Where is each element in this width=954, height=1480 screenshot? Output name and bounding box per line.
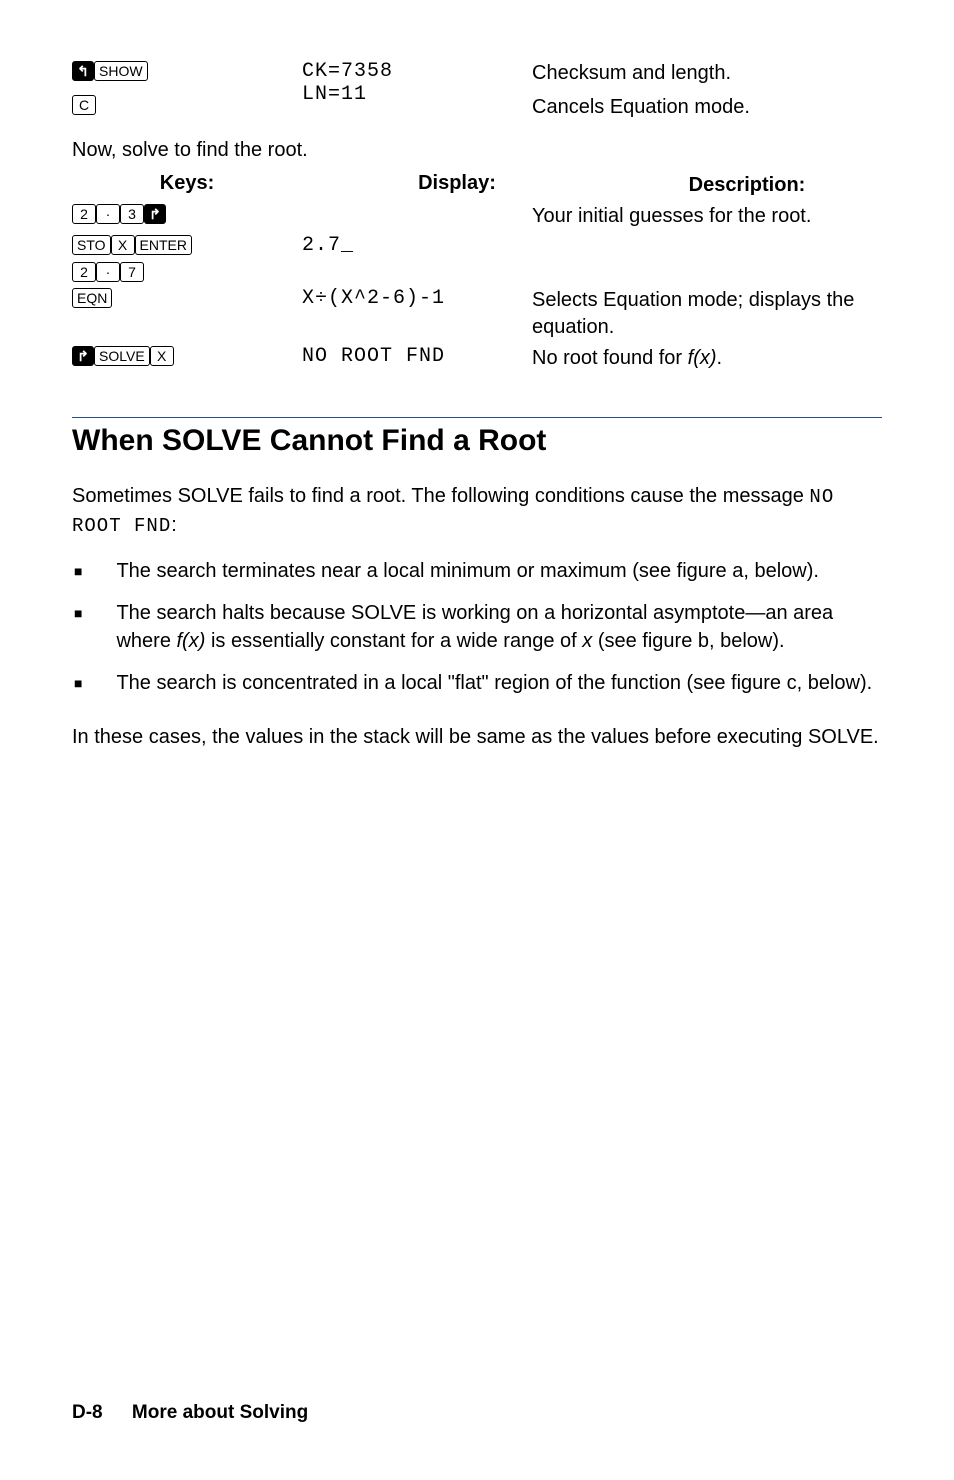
- sto-key[interactable]: STO: [72, 235, 111, 255]
- section-rule: [72, 417, 882, 418]
- bullet-1: The search terminates near a local minim…: [72, 557, 882, 585]
- header-description: Description:: [612, 172, 882, 199]
- intro-post: :: [171, 514, 177, 536]
- page-footer: D-8 More about Solving: [72, 1402, 308, 1424]
- display-ck: CK=7358: [302, 60, 532, 83]
- digit-3-key[interactable]: 3: [120, 204, 144, 224]
- keys-c: C: [72, 94, 302, 116]
- shift-left-key[interactable]: ↰: [72, 61, 94, 81]
- shift-right-key-b[interactable]: ↱: [72, 346, 94, 366]
- footer-chapter: More about Solving: [132, 1402, 308, 1423]
- keys-eqn: EQN: [72, 287, 302, 309]
- desc-solve: No root found for f(x).: [532, 345, 882, 372]
- section-title: When SOLVE Cannot Find a Root: [72, 424, 882, 458]
- keys-sto: STOXENTER: [72, 234, 302, 256]
- bullet-2-text: The search halts because SOLVE is workin…: [116, 599, 882, 655]
- table-header: Keys: Display: Description:: [72, 172, 882, 199]
- x-key[interactable]: X: [111, 235, 135, 255]
- bullet-2: The search halts because SOLVE is workin…: [72, 599, 882, 655]
- digit-2-key-b[interactable]: 2: [72, 262, 96, 282]
- keys-solve: ↱SOLVEX: [72, 345, 302, 367]
- row-two-seven: 2·7: [72, 261, 882, 283]
- shift-right-key[interactable]: ↱: [144, 204, 166, 224]
- dot-key[interactable]: ·: [96, 204, 120, 224]
- desc-solve-post: .: [717, 347, 723, 369]
- row-eqn: EQN X÷(X^2-6)-1 Selects Equation mode; d…: [72, 287, 882, 341]
- display-solve: NO ROOT FND: [302, 345, 532, 368]
- bullet-2-x: x: [582, 630, 592, 652]
- narrative-solve-root: Now, solve to find the root.: [72, 139, 882, 162]
- dot-key-b[interactable]: ·: [96, 262, 120, 282]
- bullet-2-post: (see figure b, below).: [592, 630, 784, 652]
- show-key[interactable]: SHOW: [94, 61, 148, 81]
- digit-7-key[interactable]: 7: [120, 262, 144, 282]
- section-intro: Sometimes SOLVE fails to find a root. Th…: [72, 482, 882, 539]
- keys-two-seven: 2·7: [72, 261, 302, 283]
- c-key[interactable]: C: [72, 95, 96, 115]
- display-ln: LN=11: [302, 83, 532, 106]
- display-eqn: X÷(X^2-6)-1: [302, 287, 532, 310]
- bullet-1-text: The search terminates near a local minim…: [116, 557, 818, 585]
- desc-solve-pre: No root found for: [532, 347, 688, 369]
- bullet-3: The search is concentrated in a local "f…: [72, 669, 882, 697]
- enter-key[interactable]: ENTER: [135, 235, 192, 255]
- eqn-key[interactable]: EQN: [72, 288, 112, 308]
- desc-solve-fx: f(x): [688, 347, 717, 369]
- digit-2-key[interactable]: 2: [72, 204, 96, 224]
- page-container: ↰SHOW CK=7358 LN=11 Checksum and length.…: [0, 0, 954, 1480]
- header-display: Display:: [342, 172, 612, 195]
- solve-key[interactable]: SOLVE: [94, 346, 150, 366]
- section-closing: In these cases, the values in the stack …: [72, 723, 882, 751]
- display-show: CK=7358 LN=11: [302, 60, 532, 106]
- row-guess: 2·3↱ Your initial guesses for the root.: [72, 203, 882, 230]
- desc-guess: Your initial guesses for the root.: [532, 203, 882, 230]
- row-sto: STOXENTER 2.7_: [72, 234, 882, 257]
- desc-c: Cancels Equation mode.: [532, 94, 882, 121]
- bullet-list: The search terminates near a local minim…: [72, 557, 882, 697]
- bullet-2-fx: f(x): [177, 630, 206, 652]
- intro-pre: Sometimes SOLVE fails to find a root. Th…: [72, 485, 809, 507]
- keys-show: ↰SHOW: [72, 60, 302, 82]
- header-keys: Keys:: [72, 172, 342, 195]
- desc-eqn: Selects Equation mode; displays the equa…: [532, 287, 882, 341]
- desc-show: Checksum and length.: [532, 60, 882, 87]
- bullet-3-text: The search is concentrated in a local "f…: [116, 669, 872, 697]
- x-key-b[interactable]: X: [150, 346, 174, 366]
- footer-page: D-8: [72, 1402, 103, 1423]
- bullet-2-mid: is essentially constant for a wide range…: [205, 630, 582, 652]
- row-solve: ↱SOLVEX NO ROOT FND No root found for f(…: [72, 345, 882, 372]
- keys-guess: 2·3↱: [72, 203, 302, 225]
- display-sto: 2.7_: [302, 234, 532, 257]
